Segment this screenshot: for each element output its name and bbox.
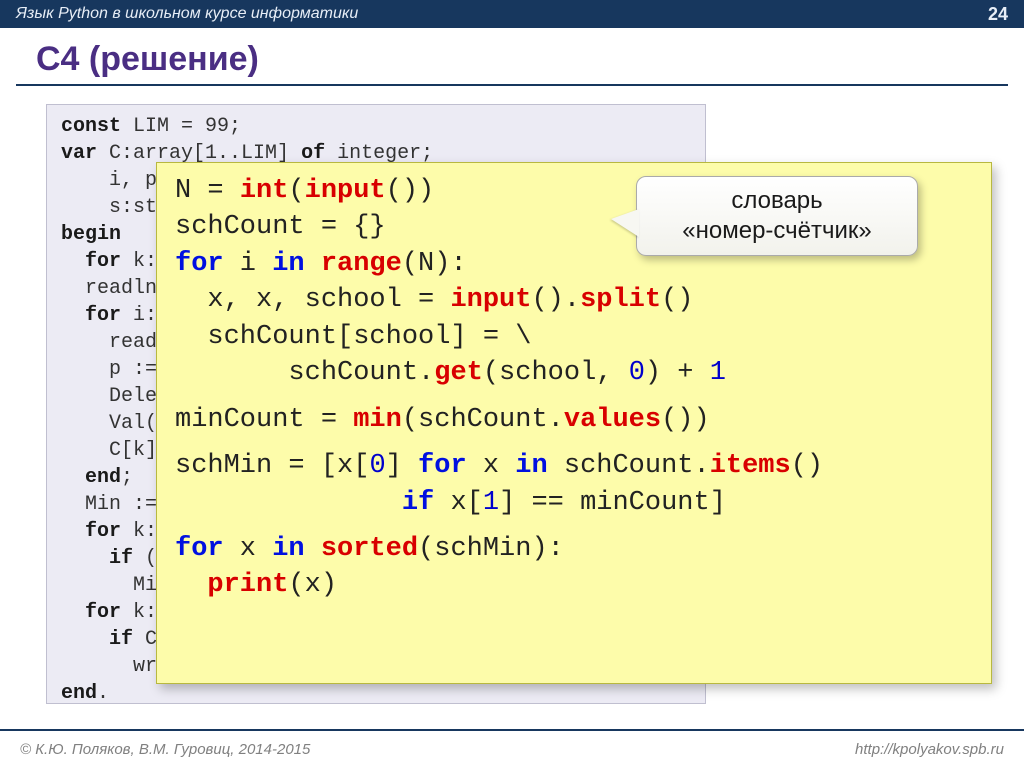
heading-rule [16,84,1008,86]
python-line: minCount = min(schCount.values()) [175,402,973,438]
header-bar: Язык Python в школьном курсе информатики… [0,0,1024,28]
slide-heading: C4 (решение) [36,40,259,79]
callout-text: словарь «номер-счётчик» [682,186,871,246]
python-line: for x in sorted(schMin): [175,531,973,567]
page-number: 24 [988,4,1008,25]
header-title: Язык Python в школьном курсе информатики [16,5,358,23]
python-line: x, x, school = input().split() [175,282,973,318]
footer-bar: © К.Ю. Поляков, В.М. Гуровиц, 2014-2015 … [0,729,1024,767]
pascal-line: const LIM = 99; [61,113,691,140]
footer-url: http://kpolyakov.spb.ru [855,741,1004,758]
python-line: if x[1] == minCount] [175,485,973,521]
python-line: schCount[school] = \ [175,319,973,355]
python-line: schMin = [x[0] for x in schCount.items() [175,448,973,484]
python-line: print(x) [175,567,973,603]
footer-copyright: © К.Ю. Поляков, В.М. Гуровиц, 2014-2015 [20,741,310,758]
callout-bubble: словарь «номер-счётчик» [636,176,918,256]
python-line: schCount.get(school, 0) + 1 [175,355,973,391]
